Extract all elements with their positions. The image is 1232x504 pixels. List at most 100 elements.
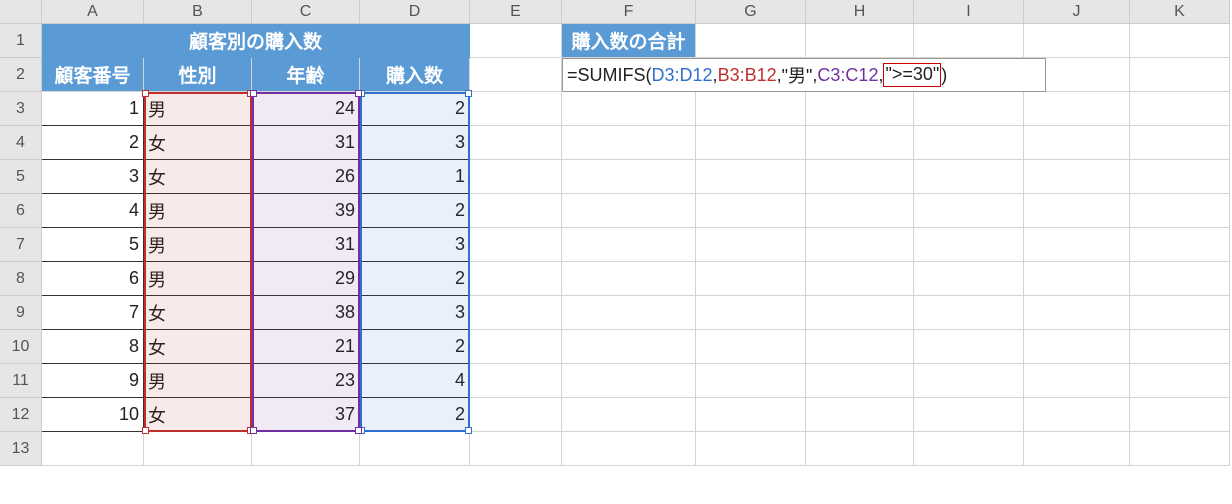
cell-A4[interactable]: 2	[42, 126, 144, 160]
cell-C4[interactable]: 31	[252, 126, 360, 160]
cell-D6[interactable]: 2	[360, 194, 470, 228]
cell-A8[interactable]: 6	[42, 262, 144, 296]
header-gender[interactable]: 性別	[144, 58, 252, 92]
cell-D4[interactable]: 3	[360, 126, 470, 160]
col-header-B[interactable]: B	[144, 0, 252, 24]
cell-C11[interactable]: 23	[252, 364, 360, 398]
cell-H9[interactable]	[806, 296, 914, 330]
cell-I4[interactable]	[914, 126, 1024, 160]
cell-H8[interactable]	[806, 262, 914, 296]
cell-E11[interactable]	[470, 364, 562, 398]
select-all-corner[interactable]	[0, 0, 42, 24]
cell-K5[interactable]	[1130, 160, 1230, 194]
cell-K12[interactable]	[1130, 398, 1230, 432]
cell-A5[interactable]: 3	[42, 160, 144, 194]
cell-G6[interactable]	[696, 194, 806, 228]
cell-C8[interactable]: 29	[252, 262, 360, 296]
col-header-H[interactable]: H	[806, 0, 914, 24]
header-count[interactable]: 購入数	[360, 58, 470, 92]
cell-B7[interactable]: 男	[144, 228, 252, 262]
col-header-I[interactable]: I	[914, 0, 1024, 24]
cell-J9[interactable]	[1024, 296, 1130, 330]
cell-K2[interactable]	[1130, 58, 1230, 92]
cell-J1[interactable]	[1024, 24, 1130, 58]
cell-G5[interactable]	[696, 160, 806, 194]
cell-H4[interactable]	[806, 126, 914, 160]
row-header-6[interactable]: 6	[0, 194, 42, 228]
cell-K7[interactable]	[1130, 228, 1230, 262]
cell-B13[interactable]	[144, 432, 252, 466]
cell-H13[interactable]	[806, 432, 914, 466]
cell-G1[interactable]	[696, 24, 806, 58]
cell-I6[interactable]	[914, 194, 1024, 228]
cell-F6[interactable]	[562, 194, 696, 228]
cell-I11[interactable]	[914, 364, 1024, 398]
cell-I9[interactable]	[914, 296, 1024, 330]
cell-F13[interactable]	[562, 432, 696, 466]
header-customer-no[interactable]: 顧客番号	[42, 58, 144, 92]
cell-H6[interactable]	[806, 194, 914, 228]
cell-E6[interactable]	[470, 194, 562, 228]
cell-E4[interactable]	[470, 126, 562, 160]
cell-J10[interactable]	[1024, 330, 1130, 364]
cell-F10[interactable]	[562, 330, 696, 364]
cell-E1[interactable]	[470, 24, 562, 58]
cell-A12[interactable]: 10	[42, 398, 144, 432]
cell-F5[interactable]	[562, 160, 696, 194]
cell-E8[interactable]	[470, 262, 562, 296]
cell-C6[interactable]: 39	[252, 194, 360, 228]
cell-B8[interactable]: 男	[144, 262, 252, 296]
cell-C7[interactable]: 31	[252, 228, 360, 262]
cell-B4[interactable]: 女	[144, 126, 252, 160]
cell-H7[interactable]	[806, 228, 914, 262]
row-header-3[interactable]: 3	[0, 92, 42, 126]
cell-G12[interactable]	[696, 398, 806, 432]
cell-I1[interactable]	[914, 24, 1024, 58]
row-header-1[interactable]: 1	[0, 24, 42, 58]
cell-J13[interactable]	[1024, 432, 1130, 466]
cell-D12[interactable]: 2	[360, 398, 470, 432]
col-header-C[interactable]: C	[252, 0, 360, 24]
cell-K1[interactable]	[1130, 24, 1230, 58]
table-title[interactable]: 顧客別の購入数	[42, 24, 470, 58]
col-header-G[interactable]: G	[696, 0, 806, 24]
result-title[interactable]: 購入数の合計	[562, 24, 696, 58]
cell-F12[interactable]	[562, 398, 696, 432]
cell-K6[interactable]	[1130, 194, 1230, 228]
cell-C3[interactable]: 24	[252, 92, 360, 126]
cell-J3[interactable]	[1024, 92, 1130, 126]
cell-G13[interactable]	[696, 432, 806, 466]
col-header-J[interactable]: J	[1024, 0, 1130, 24]
cell-K4[interactable]	[1130, 126, 1230, 160]
cell-J5[interactable]	[1024, 160, 1130, 194]
cell-C13[interactable]	[252, 432, 360, 466]
cell-D9[interactable]: 3	[360, 296, 470, 330]
cell-J7[interactable]	[1024, 228, 1130, 262]
row-header-9[interactable]: 9	[0, 296, 42, 330]
cell-K13[interactable]	[1130, 432, 1230, 466]
col-header-K[interactable]: K	[1130, 0, 1230, 24]
cell-I7[interactable]	[914, 228, 1024, 262]
row-header-2[interactable]: 2	[0, 58, 42, 92]
cell-D10[interactable]: 2	[360, 330, 470, 364]
cell-F11[interactable]	[562, 364, 696, 398]
row-header-5[interactable]: 5	[0, 160, 42, 194]
header-age[interactable]: 年齢	[252, 58, 360, 92]
cell-D8[interactable]: 2	[360, 262, 470, 296]
cell-A6[interactable]: 4	[42, 194, 144, 228]
cell-I3[interactable]	[914, 92, 1024, 126]
cell-A11[interactable]: 9	[42, 364, 144, 398]
cell-G3[interactable]	[696, 92, 806, 126]
row-header-11[interactable]: 11	[0, 364, 42, 398]
cell-B12[interactable]: 女	[144, 398, 252, 432]
cell-A10[interactable]: 8	[42, 330, 144, 364]
cell-A9[interactable]: 7	[42, 296, 144, 330]
cell-H1[interactable]	[806, 24, 914, 58]
col-header-A[interactable]: A	[42, 0, 144, 24]
cell-J6[interactable]	[1024, 194, 1130, 228]
cell-K11[interactable]	[1130, 364, 1230, 398]
cell-D13[interactable]	[360, 432, 470, 466]
cell-G8[interactable]	[696, 262, 806, 296]
row-header-7[interactable]: 7	[0, 228, 42, 262]
cell-J4[interactable]	[1024, 126, 1130, 160]
